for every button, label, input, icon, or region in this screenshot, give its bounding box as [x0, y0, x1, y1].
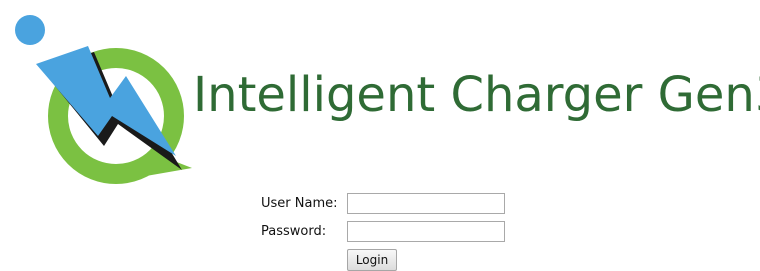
- password-input[interactable]: [347, 221, 505, 242]
- login-button[interactable]: Login: [347, 249, 397, 271]
- username-input[interactable]: [347, 193, 505, 214]
- username-label: User Name:: [261, 196, 338, 211]
- password-label: Password:: [261, 224, 327, 239]
- login-form: User Name: Password: Login: [0, 0, 760, 271]
